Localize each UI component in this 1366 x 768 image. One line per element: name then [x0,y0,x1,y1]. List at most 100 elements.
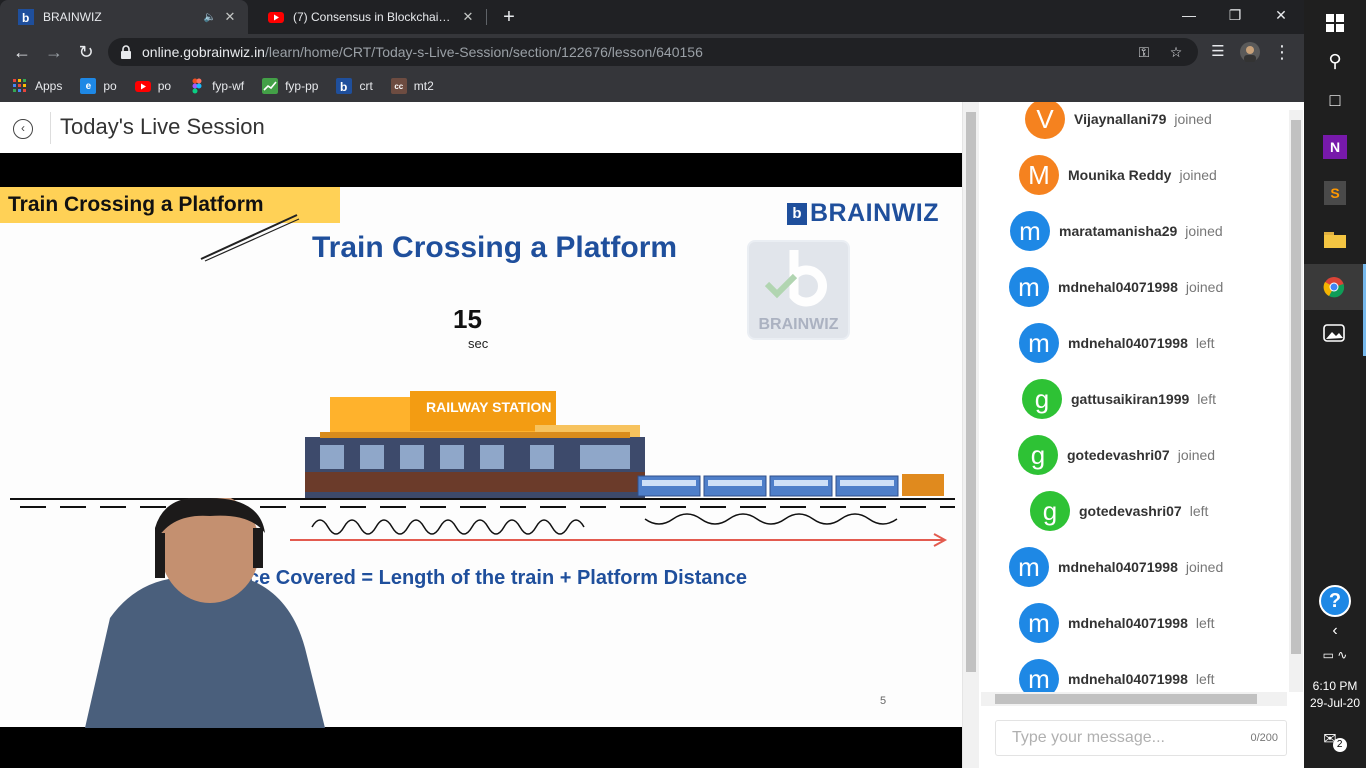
timer-unit: sec [468,336,489,351]
tab-title: (7) Consensus in Blockchain Syste [293,10,454,24]
lock-icon [121,45,131,59]
chat-username: mdnehal04071998 [1058,279,1178,295]
page: ‹ Today's Live Session Train Crossing a … [0,102,1304,768]
avatar: m [1009,267,1049,307]
watermark-text: BRAINWIZ [758,316,839,333]
bookmark-crt[interactable]: b crt [336,78,373,94]
avatar: m [1019,659,1059,692]
bookmark-po-youtube[interactable]: po [134,78,171,94]
chat-username: Mounika Reddy [1068,167,1172,183]
url-text: online.gobrainwiz.in/learn/home/CRT/Toda… [142,44,703,60]
clock-time: 6:10 PM [1312,679,1358,693]
browser-toolbar: ← → ↻ online.gobrainwiz.in/learn/home/CR… [0,34,1304,70]
chat-event: m mdnehal04071998 left [1019,603,1215,643]
chat-panel: V Vijaynallani79 joined M Mounika Reddy … [962,102,1304,768]
chat-scrollbar[interactable] [1289,110,1303,692]
page-scrollbar[interactable] [963,102,979,768]
bookmark-label: crt [359,79,373,93]
system-clock[interactable]: 6:10 PM 29-Jul-20 [1304,678,1366,712]
bookmark-label: fyp-wf [212,79,245,93]
avatar: g [1022,379,1062,419]
chat-event: m mdnehal04071998 joined [1009,267,1223,307]
url-path: /learn/home/CRT/Today-s-Live-Session/sec… [264,44,703,60]
close-tab-icon[interactable]: ✕ [222,9,238,25]
bookmark-star-icon[interactable]: ☆ [1166,42,1186,62]
chat-action: joined [1185,223,1223,239]
chart-icon [262,78,279,94]
edge-icon: e [80,78,97,94]
chat-username: gattusaikiran1999 [1071,391,1190,407]
live-video-player[interactable]: Train Crossing a Platform Train Crossing… [0,153,962,768]
slide-title: Train Crossing a Platform [312,231,678,264]
chat-event: V Vijaynallani79 joined [1025,102,1212,139]
address-bar[interactable]: online.gobrainwiz.in/learn/home/CRT/Toda… [108,38,1198,66]
browser-tab-brainwiz[interactable]: b BRAINWIZ 🔈 ✕ [0,0,248,34]
key-icon[interactable]: ⚿ [1134,42,1154,62]
bookmark-mt2[interactable]: cc mt2 [390,78,434,94]
youtube-icon [268,12,284,23]
minimize-button[interactable]: — [1166,0,1212,30]
chat-message-input[interactable] [1012,729,1251,747]
restore-button[interactable]: ❐ [1212,0,1258,30]
chat-action: joined [1174,111,1212,127]
figma-icon [192,78,202,94]
new-tab-button[interactable]: + [498,6,520,28]
battery-wifi-icon[interactable]: ▭ ∿ [1304,632,1366,678]
bookmark-fyp-wf[interactable]: fyp-wf [189,78,244,94]
bookmark-label: po [103,79,117,93]
bookmark-fyp-pp[interactable]: fyp-pp [262,78,318,94]
close-tab-icon[interactable]: ✕ [460,9,476,25]
scrollbar-thumb[interactable] [995,694,1257,704]
file-explorer-icon[interactable] [1304,216,1366,262]
chat-action: left [1195,615,1215,631]
chrome-menu-icon[interactable]: ⋮ [1268,38,1296,66]
avatar: m [1019,323,1059,363]
scrollbar-thumb[interactable] [1291,120,1301,654]
chat-username: mdnehal04071998 [1068,335,1188,351]
page-header: ‹ Today's Live Session [0,102,962,153]
bookmark-po-edge[interactable]: e po [80,78,117,94]
chat-message-box: 0/200 [995,720,1287,756]
chrome-icon[interactable] [1304,264,1366,310]
scrollbar-thumb[interactable] [966,112,976,672]
chat-username: gotedevashri07 [1067,447,1170,463]
brainwiz-logo-icon: b [336,78,353,94]
avatar: g [1018,435,1058,475]
chat-action: joined [1185,559,1224,575]
chat-event: m maratamanisha29 joined [1010,211,1223,251]
sublime-text-icon[interactable]: S [1304,170,1366,216]
media-control-icon[interactable]: ☰ [1204,38,1232,66]
clock-date: 29-Jul-20 [1309,696,1361,710]
chat-action: left [1195,335,1215,351]
speaker-icon[interactable]: 🔈 [204,12,216,23]
bookmark-apps[interactable]: Apps [12,78,62,94]
chat-event: g gotedevashri07 left [1030,491,1208,531]
notification-count-badge: 2 [1332,738,1347,752]
back-button[interactable]: ← [8,38,36,66]
char-counter: 0/200 [1250,732,1278,744]
youtube-icon [134,81,151,92]
avatar: m [1009,547,1049,587]
photos-icon[interactable] [1304,310,1366,356]
apps-grid-icon [13,79,26,92]
chat-action: left [1189,503,1209,519]
onenote-icon[interactable]: N [1304,124,1366,170]
browser-tab-strip: b BRAINWIZ 🔈 ✕ (7) Consensus in Blockcha… [0,0,1304,34]
chat-action: joined [1179,167,1217,183]
back-circle-icon[interactable]: ‹ [13,119,33,139]
chat-username: gotedevashri07 [1079,503,1182,519]
task-view-icon[interactable]: □ [1304,77,1366,123]
reload-button[interactable]: ↻ [72,38,100,66]
bookmark-label: mt2 [413,79,434,93]
avatar: M [1019,155,1059,195]
chat-horizontal-scrollbar[interactable] [981,692,1287,706]
forward-button[interactable]: → [40,38,68,66]
pen-stroke-graphic [200,214,300,262]
chat-action: joined [1185,279,1224,295]
browser-tab-youtube[interactable]: (7) Consensus in Blockchain Syste ✕ [250,0,486,34]
brand-name: BRAINWIZ [810,199,939,227]
avatar: m [1019,603,1059,643]
profile-avatar[interactable] [1236,38,1264,66]
close-window-button[interactable]: ✕ [1258,0,1304,30]
notification-center-icon[interactable]: ✉ 2 [1304,716,1366,762]
